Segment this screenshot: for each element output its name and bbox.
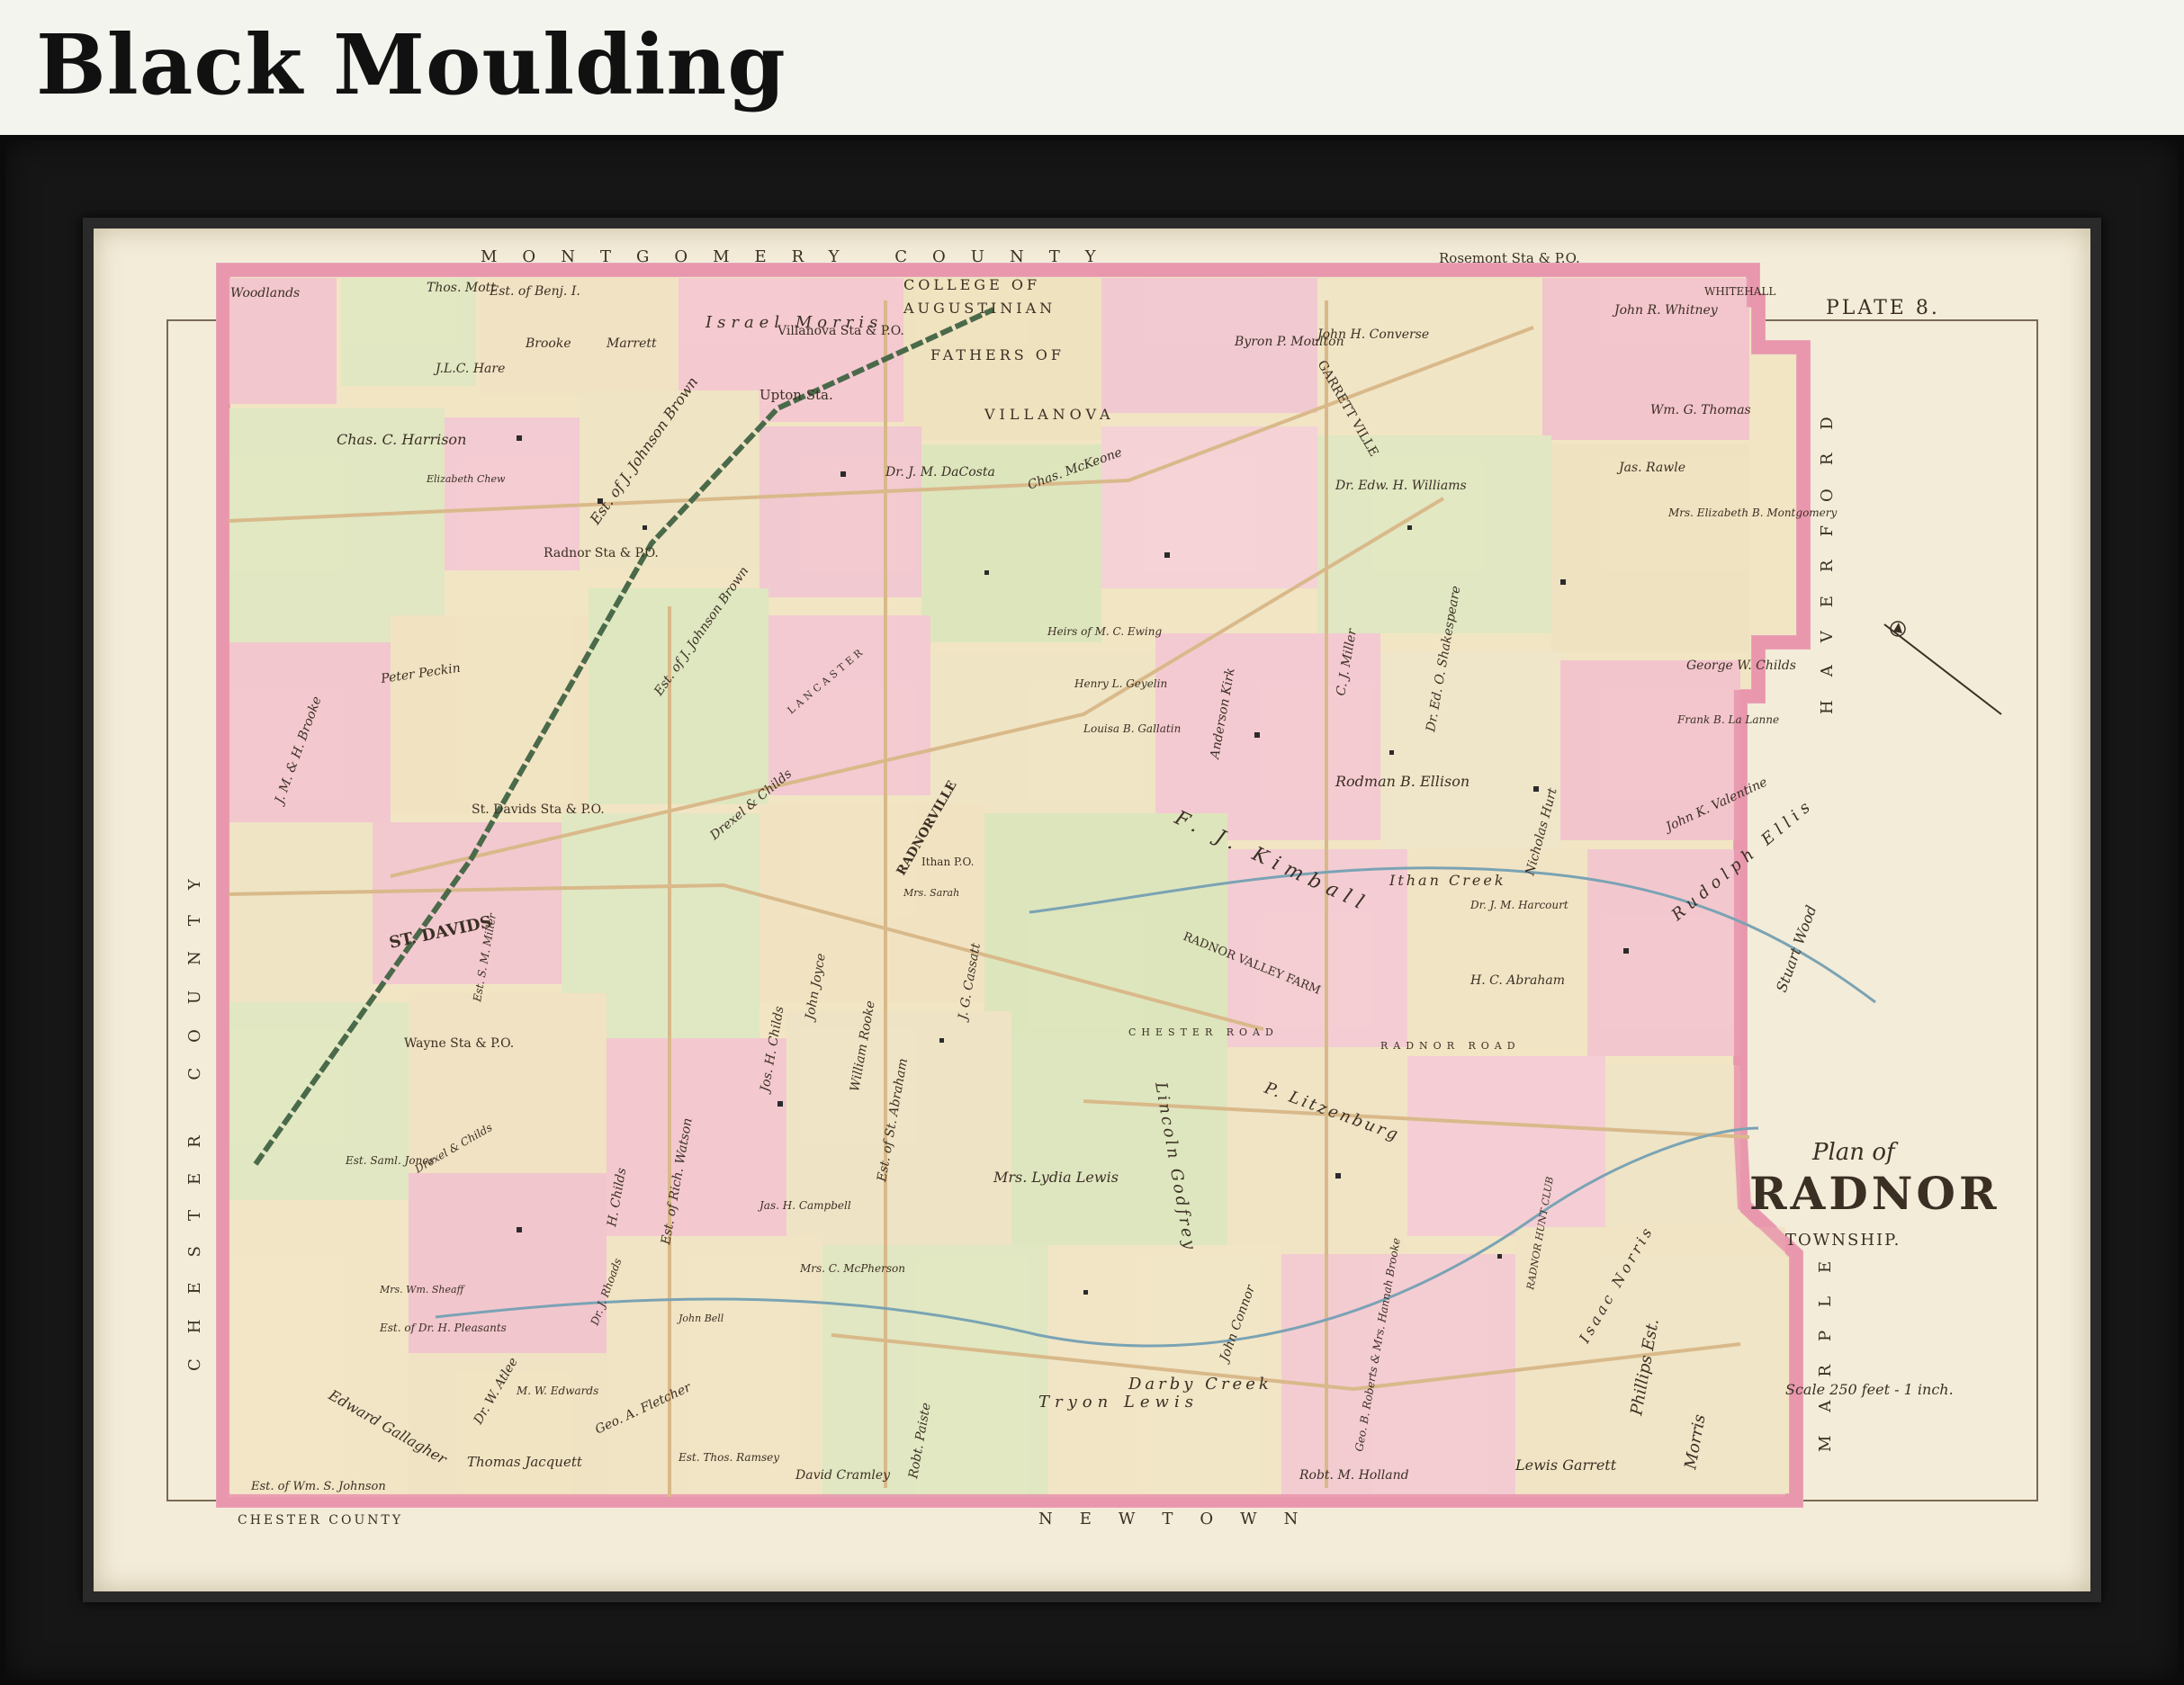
owner-label: Est. of Dr. H. Pleasants xyxy=(379,1322,507,1334)
owner-label: Est. of Benj. I. xyxy=(489,284,580,299)
border-label-top: MONTGOMERY COUNTY xyxy=(481,247,1121,266)
owner-label: Wm. G. Thomas xyxy=(1650,403,1751,417)
banner: Black Moulding xyxy=(0,0,2184,135)
title-radnor: RADNOR xyxy=(1749,1167,2000,1220)
creek-label: Ithan Creek xyxy=(1389,872,1506,889)
place-label: FATHERS OF xyxy=(930,346,1065,363)
place-label: COLLEGE OF xyxy=(903,276,1040,293)
owner-label: Dr. J. M. DaCosta xyxy=(885,465,995,480)
owner-label: Heirs of M. C. Ewing xyxy=(1047,625,1162,638)
place-label: Upton Sta. xyxy=(759,387,833,403)
place-label: Wayne Sta & P.O. xyxy=(404,1036,514,1051)
owner-label: David Cramley xyxy=(795,1468,891,1483)
border-label-bottom: NEWTOWN xyxy=(1038,1510,1325,1528)
owner-label: Est. of Wm. S. Johnson xyxy=(250,1480,386,1493)
owner-label: H. C. Abraham xyxy=(1469,973,1565,988)
owner-label: Byron P. Moulton xyxy=(1234,335,1344,349)
banner-title: Black Moulding xyxy=(36,16,786,113)
owner-label: Est. Thos. Ramsey xyxy=(678,1451,779,1464)
owner-label: M. W. Edwards xyxy=(516,1385,598,1397)
road-label: RADNOR ROAD xyxy=(1380,1040,1521,1052)
radnor-township-map: MONTGOMERY COUNTY CHESTER COUNTY CHESTER… xyxy=(166,247,2038,1528)
owner-label: Mrs. Elizabeth B. Montgomery xyxy=(1667,506,1838,519)
owner-label: John Bell xyxy=(677,1313,724,1324)
owner-label: J.L.C. Hare xyxy=(433,362,505,376)
border-label-right-2: HAVERFORD xyxy=(1818,393,1837,714)
owner-label: Tryon Lewis xyxy=(1038,1393,1199,1412)
owner-label: Marrett xyxy=(606,336,657,351)
owner-label: Dr. Edw. H. Williams xyxy=(1335,479,1467,493)
title-plan-of: Plan of xyxy=(1811,1139,1899,1166)
owner-label: Mrs. Lydia Lewis xyxy=(993,1169,1119,1186)
border-label-right: MARPLE xyxy=(1816,1238,1835,1452)
border-label-bottom-left: CHESTER COUNTY xyxy=(238,1513,403,1528)
place-label: St. Davids Sta & P.O. xyxy=(472,802,605,817)
owner-label: Thos. Mott xyxy=(427,281,496,295)
owner-label: Frank B. La Lanne xyxy=(1676,713,1779,726)
owner-label: Woodlands xyxy=(230,286,300,300)
creek-label: Darby Creek xyxy=(1128,1375,1272,1394)
place-label: Radnor Sta & P.O. xyxy=(544,546,659,560)
owner-label: Israel Morris xyxy=(705,313,883,332)
plate-number: PLATE 8. xyxy=(1826,297,1940,319)
place-label: Rosemont Sta & P.O. xyxy=(1439,250,1580,266)
owner-label: Chas. C. Harrison xyxy=(337,431,466,448)
owner-label: John R. Whitney xyxy=(1612,303,1719,318)
north-arrow xyxy=(1883,621,2002,715)
owner-label: Stuart Wood xyxy=(1773,903,1820,995)
border-label-left: CHESTER COUNTY xyxy=(185,854,204,1371)
owner-label: Lewis Garrett xyxy=(1514,1456,1617,1474)
place-label: AUGUSTINIAN xyxy=(903,300,1056,317)
place-label: WHITEHALL xyxy=(1704,285,1775,298)
owner-label: Mrs. Sarah xyxy=(903,887,959,899)
owner-label: George W. Childs xyxy=(1686,659,1796,673)
owner-label: Dr. J. M. Harcourt xyxy=(1469,899,1568,911)
owner-label: Mrs. Wm. Sheaff xyxy=(379,1284,466,1295)
place-label: Ithan P.O. xyxy=(921,856,974,868)
place-label: VILLANOVA xyxy=(984,406,1115,423)
owner-label: Jas. H. Campbell xyxy=(757,1199,851,1212)
owner-label: Jas. Rawle xyxy=(1616,461,1685,475)
owner-label: Robt. M. Holland xyxy=(1299,1468,1409,1483)
owner-label: Thomas Jacquett xyxy=(467,1454,583,1470)
owner-label: Elizabeth Chew xyxy=(426,473,506,485)
owner-label: Mrs. C. McPherson xyxy=(799,1262,905,1275)
owner-label: Louisa B. Gallatin xyxy=(1083,722,1181,735)
owner-label: Brooke xyxy=(525,336,571,351)
owner-label: Henry L. Geyelin xyxy=(1074,677,1167,690)
owner-label: Rodman B. Ellison xyxy=(1335,773,1469,790)
scale-note: Scale 250 feet - 1 inch. xyxy=(1785,1381,1954,1398)
title-township: TOWNSHIP. xyxy=(1785,1231,1901,1250)
road-label: CHESTER ROAD xyxy=(1128,1026,1279,1038)
